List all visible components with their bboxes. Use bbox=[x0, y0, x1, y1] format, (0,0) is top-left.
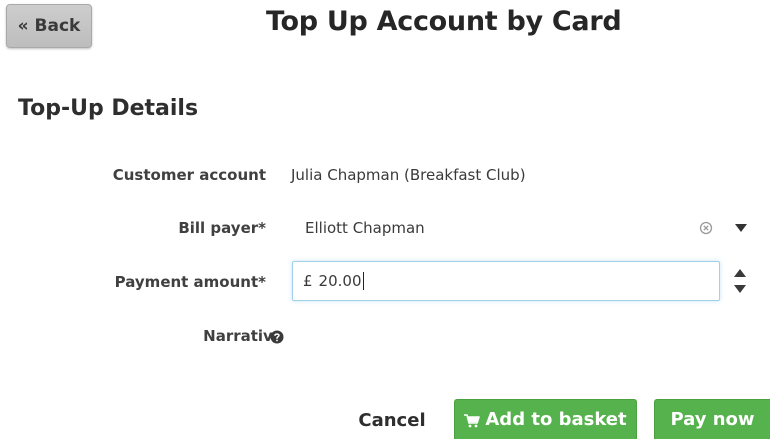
bill-payer-label: Bill payer* bbox=[178, 219, 266, 237]
caret-down-icon[interactable] bbox=[734, 223, 748, 233]
up-down-stepper-icon[interactable] bbox=[732, 265, 748, 297]
customer-account-label: Customer account bbox=[112, 166, 266, 184]
payment-amount-value: 20.00 bbox=[318, 272, 364, 290]
add-to-basket-button[interactable]: Add to basket bbox=[454, 399, 637, 439]
section-title: Top-Up Details bbox=[18, 96, 199, 121]
question-circle-icon[interactable] bbox=[270, 330, 284, 344]
bill-payer-value: Elliott Chapman bbox=[305, 219, 425, 237]
bill-payer-select[interactable]: Elliott Chapman bbox=[291, 208, 759, 248]
back-button[interactable]: « Back bbox=[6, 4, 92, 48]
customer-account-value: Julia Chapman (Breakfast Club) bbox=[291, 166, 526, 184]
currency-symbol: £ bbox=[303, 272, 313, 290]
payment-amount-input[interactable]: £ 20.00 bbox=[292, 261, 720, 301]
payment-amount-label: Payment amount* bbox=[114, 273, 266, 291]
pay-now-button[interactable]: Pay now bbox=[654, 399, 770, 439]
clear-circle-icon[interactable] bbox=[699, 221, 713, 235]
shopping-cart-icon bbox=[464, 413, 481, 427]
add-to-basket-label: Add to basket bbox=[485, 409, 627, 430]
cancel-button[interactable]: Cancel bbox=[352, 402, 432, 439]
page-title: Top Up Account by Card bbox=[266, 6, 622, 37]
